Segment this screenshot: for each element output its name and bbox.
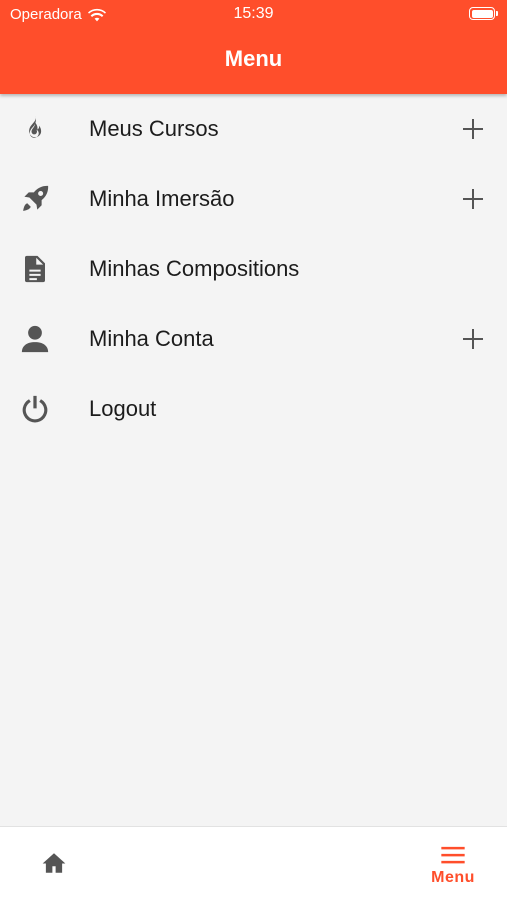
menu-item-label: Minha Conta bbox=[89, 326, 214, 351]
bottom-tab-bar: Menu bbox=[0, 826, 507, 900]
hamburger-icon bbox=[441, 846, 465, 864]
menu-item-label: Minha Imersão bbox=[89, 186, 235, 211]
rocket-icon bbox=[18, 182, 52, 216]
menu-item-label: Minhas Compositions bbox=[89, 256, 300, 281]
plus-icon[interactable] bbox=[463, 189, 483, 209]
flame-icon bbox=[18, 112, 52, 146]
plus-icon[interactable] bbox=[463, 119, 483, 139]
menu-item-label: Logout bbox=[89, 396, 157, 421]
battery-icon bbox=[469, 7, 498, 20]
menu-item-minha-imersao[interactable]: Minha Imersão bbox=[0, 164, 507, 234]
menu-item-label: Meus Cursos bbox=[89, 116, 219, 141]
tab-menu-label: Menu bbox=[431, 869, 475, 886]
app-header: Operadora 15:39 Menu bbox=[0, 0, 507, 94]
plus-icon[interactable] bbox=[463, 329, 483, 349]
menu-list: Meus Cursos Minha Imersão Minhas Composi… bbox=[0, 94, 507, 444]
home-icon bbox=[42, 853, 66, 873]
page-title: Menu bbox=[224, 46, 283, 71]
menu-item-meus-cursos[interactable]: Meus Cursos bbox=[0, 94, 507, 164]
status-bar: Operadora 15:39 bbox=[0, 0, 507, 28]
power-icon bbox=[18, 392, 52, 426]
document-icon bbox=[18, 252, 52, 286]
tab-menu[interactable]: Menu bbox=[418, 841, 488, 891]
user-icon bbox=[18, 322, 52, 356]
tab-home[interactable] bbox=[32, 845, 76, 881]
menu-item-minhas-compositions[interactable]: Minhas Compositions bbox=[0, 234, 507, 304]
menu-item-minha-conta[interactable]: Minha Conta bbox=[0, 304, 507, 374]
menu-item-logout[interactable]: Logout bbox=[0, 374, 507, 444]
status-time: 15:39 bbox=[233, 5, 274, 22]
